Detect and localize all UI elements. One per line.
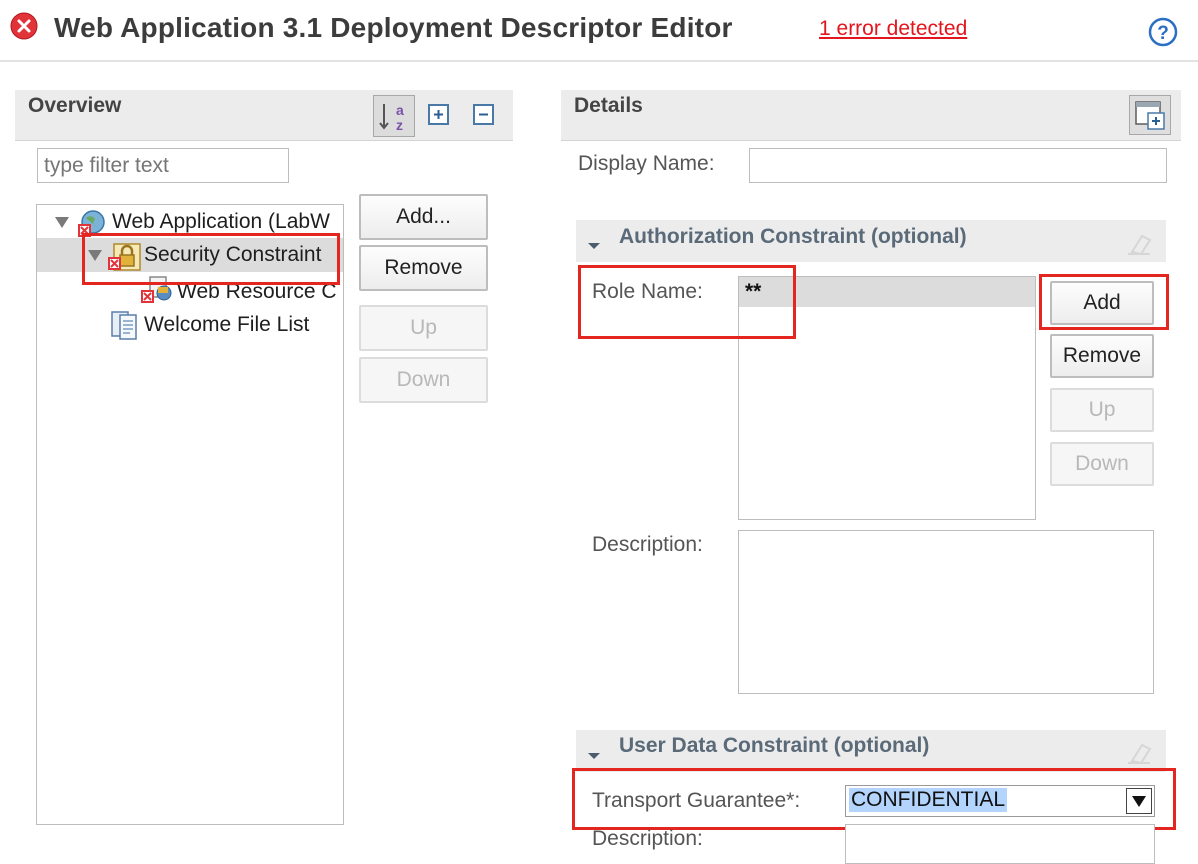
user-data-description-field[interactable]: [845, 824, 1155, 864]
filter-input[interactable]: [37, 148, 289, 183]
clear-icon: [1124, 739, 1154, 767]
remove-button[interactable]: Remove: [359, 245, 488, 291]
security-constraint-highlight: [82, 233, 340, 285]
down-role-button[interactable]: Down: [1050, 442, 1154, 486]
expand-all-icon[interactable]: [426, 102, 452, 128]
help-icon[interactable]: ?: [1148, 17, 1178, 47]
transport-guarantee-highlight: [572, 768, 1176, 830]
up-button[interactable]: Up: [359, 305, 488, 351]
tree-view[interactable]: Web Application (LabW Security Constrain…: [36, 204, 344, 825]
page-title: Web Application 3.1 Deployment Descripto…: [54, 12, 733, 43]
authorization-constraint-title: Authorization Constraint (optional): [619, 225, 967, 248]
details-title: Details: [574, 94, 643, 117]
up-role-button[interactable]: Up: [1050, 388, 1154, 432]
overview-title: Overview: [28, 94, 122, 117]
error-detected-link[interactable]: 1 error detected: [819, 17, 967, 41]
role-name-highlight: [578, 265, 796, 339]
new-window-icon[interactable]: [1129, 95, 1171, 135]
collapse-all-icon[interactable]: [471, 102, 497, 128]
description-label: Description:: [592, 533, 703, 556]
welcome-file-list-icon: [108, 309, 142, 341]
error-icon: [10, 12, 38, 40]
header-divider: [0, 60, 1198, 62]
expand-arrow-icon[interactable]: [54, 214, 70, 230]
clear-icon: [1124, 230, 1154, 258]
description-textarea[interactable]: [738, 530, 1154, 694]
user-data-description-label: Description:: [592, 827, 703, 850]
tree-item-welcome-file-list[interactable]: Welcome File List: [144, 313, 309, 337]
remove-role-button[interactable]: Remove: [1050, 334, 1154, 378]
collapse-arrow-icon[interactable]: [587, 748, 601, 762]
svg-text:z: z: [396, 117, 403, 133]
add-button[interactable]: Add...: [359, 194, 488, 240]
sort-alphabetically-icon[interactable]: a z: [373, 95, 415, 137]
svg-text:?: ?: [1157, 23, 1169, 44]
tree-item-web-application[interactable]: Web Application (LabW: [112, 210, 330, 234]
details-header: [561, 90, 1181, 141]
svg-text:a: a: [396, 102, 404, 118]
display-name-label: Display Name:: [578, 152, 715, 175]
add-role-highlight: [1039, 274, 1169, 330]
user-data-constraint-title: User Data Constraint (optional): [619, 734, 930, 757]
display-name-input[interactable]: [749, 148, 1167, 183]
collapse-arrow-icon[interactable]: [587, 238, 601, 252]
down-button[interactable]: Down: [359, 357, 488, 403]
